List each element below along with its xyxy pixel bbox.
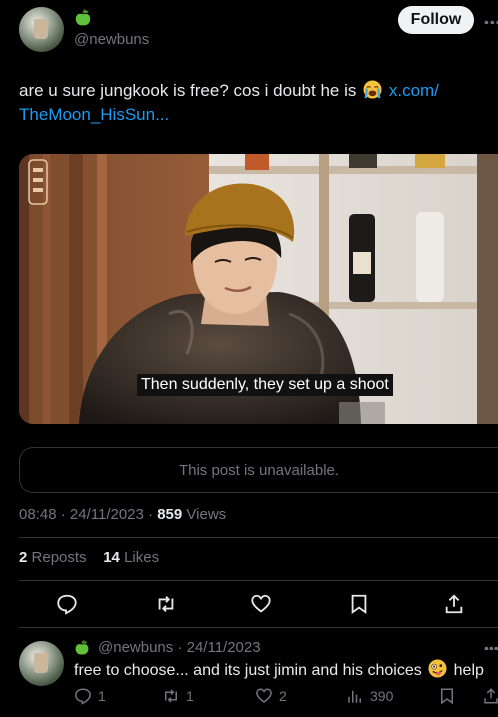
- author-handle[interactable]: @newbuns: [74, 31, 149, 48]
- reply-text-tail: help: [453, 662, 484, 679]
- quoted-post-unavailable: This post is unavailable.: [19, 447, 498, 493]
- video-caption: Then suddenly, they set up a shoot: [137, 374, 393, 396]
- zany-face-icon: [428, 659, 447, 678]
- like-button[interactable]: [249, 592, 273, 616]
- reposts-count: 2: [19, 549, 28, 566]
- green-apple-icon: [75, 9, 91, 26]
- divider: [19, 580, 498, 581]
- reply-views-count: 390: [370, 688, 394, 704]
- post-stats: 2 Reposts 14 Likes: [19, 549, 159, 566]
- reply-reply-button[interactable]: 1: [74, 686, 106, 706]
- divider: [19, 627, 498, 628]
- post-link-line1[interactable]: x.com/: [389, 81, 439, 100]
- reposts-stat[interactable]: 2 Reposts: [19, 549, 87, 566]
- post-header: @newbuns Follow •••: [0, 0, 498, 60]
- bookmark-icon: [441, 688, 453, 705]
- author-avatar[interactable]: [19, 7, 64, 52]
- repost-icon: [158, 596, 174, 612]
- post-time[interactable]: 08:48: [19, 506, 57, 523]
- reply-handle[interactable]: @newbuns: [98, 639, 173, 656]
- bookmark-button[interactable]: [347, 592, 371, 616]
- reply-views-button[interactable]: 390: [346, 686, 393, 706]
- reply-author-avatar[interactable]: [19, 641, 64, 686]
- post-meta: 08:48 · 24/11/2023 · 859 Views: [19, 506, 227, 523]
- reply-icon: [57, 594, 77, 615]
- reply-date[interactable]: 24/11/2023: [187, 639, 261, 656]
- share-button[interactable]: [442, 592, 466, 616]
- post-text: are u sure jungkook is free? cos i doubt…: [19, 79, 489, 127]
- reply-meta: @newbuns · 24/11/2023: [98, 639, 261, 656]
- reply-bookmark-button[interactable]: [438, 686, 462, 706]
- post-link-line2[interactable]: TheMoon_HisSun...: [19, 105, 169, 124]
- heart-icon: [251, 594, 271, 613]
- reply-like-button[interactable]: 2: [255, 686, 287, 706]
- reply-replies-count: 1: [98, 688, 106, 704]
- reply-more-options-icon[interactable]: •••: [484, 640, 498, 650]
- likes-stat[interactable]: 14 Likes: [103, 549, 159, 566]
- reposts-label: Reposts: [31, 549, 87, 566]
- share-icon: [484, 688, 498, 704]
- reply-text: free to choose... and its just jimin and…: [74, 659, 484, 681]
- green-apple-icon: [75, 640, 89, 655]
- repost-button[interactable]: [154, 592, 178, 616]
- views-chart-icon: [348, 690, 361, 703]
- post-text-body: are u sure jungkook is free? cos i doubt…: [19, 81, 357, 100]
- reply-likes-count: 2: [279, 688, 287, 704]
- reply-repost-button[interactable]: 1: [162, 686, 194, 706]
- views-count: 859: [157, 506, 183, 523]
- heart-icon: [256, 688, 272, 703]
- reply-reposts-count: 1: [186, 688, 194, 704]
- post-video-thumbnail[interactable]: Then suddenly, they set up a shoot: [19, 154, 498, 424]
- likes-count: 14: [103, 549, 120, 566]
- more-options-icon[interactable]: •••: [484, 14, 498, 24]
- reply-icon: [75, 688, 91, 705]
- likes-label: Likes: [124, 549, 160, 566]
- post-date[interactable]: 24/11/2023: [70, 506, 144, 523]
- reply-share-button[interactable]: [482, 686, 498, 706]
- reply-text-body: free to choose... and its just jimin and…: [74, 662, 422, 679]
- bookmark-icon: [351, 594, 367, 615]
- divider: [19, 537, 498, 538]
- follow-button[interactable]: Follow: [398, 6, 474, 34]
- share-icon: [445, 594, 463, 614]
- reply-button[interactable]: [55, 592, 79, 616]
- views-label: Views: [186, 506, 227, 523]
- repost-icon: [165, 689, 177, 703]
- loudly-crying-face-icon: [363, 80, 382, 99]
- unavailable-text: This post is unavailable.: [178, 461, 340, 479]
